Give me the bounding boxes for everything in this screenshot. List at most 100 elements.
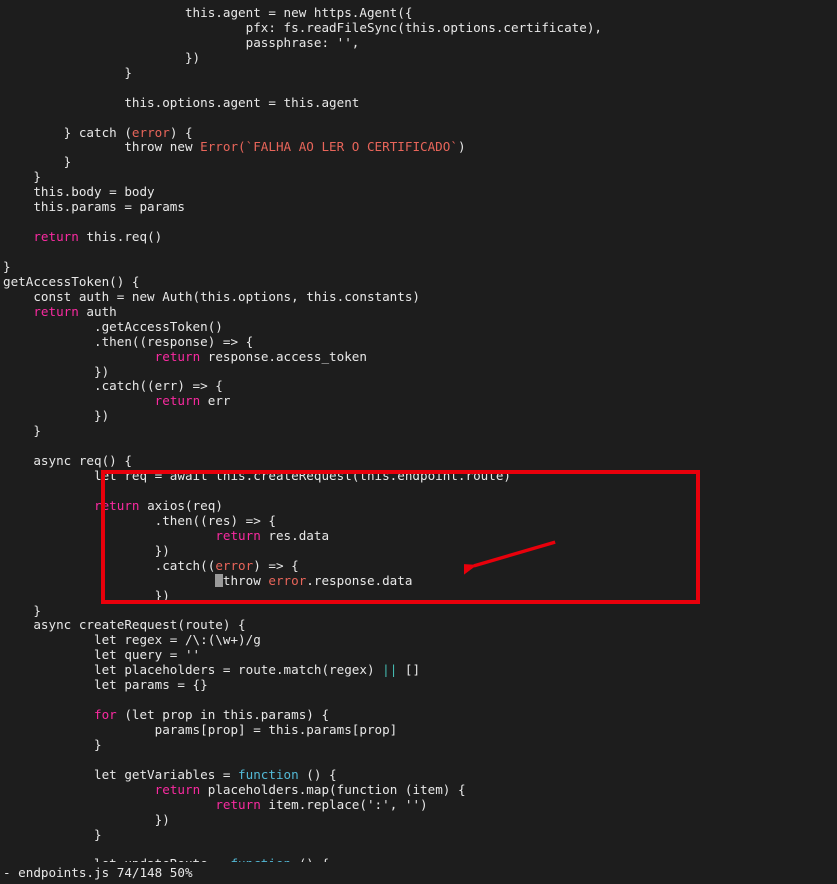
code-line[interactable]: return this.req()	[0, 229, 837, 245]
code-line[interactable]: let getVariables = function () {	[0, 766, 837, 783]
code-line[interactable]: }	[0, 827, 837, 843]
code-line[interactable]: .then((res) => {	[0, 513, 837, 529]
code-token: }	[3, 736, 102, 752]
code-token: this.body = body	[3, 184, 155, 200]
code-token: pfx: fs.readFileSync(this.options.certif…	[3, 19, 602, 35]
code-line[interactable]: })	[0, 49, 837, 66]
code-token: })	[3, 811, 170, 827]
code-line[interactable]	[0, 81, 837, 96]
code-line[interactable]: .then((response) => {	[0, 333, 837, 350]
code-line[interactable]: })	[0, 811, 837, 828]
code-line[interactable]: pfx: fs.readFileSync(this.options.certif…	[0, 19, 837, 36]
code-line[interactable]: })	[0, 543, 837, 559]
code-line[interactable]: return res.data	[0, 527, 837, 544]
code-line[interactable]: .catch((err) => {	[0, 378, 837, 394]
code-line[interactable]: let req = await this.createRequest(this.…	[0, 468, 837, 484]
code-line[interactable]	[0, 439, 837, 454]
code-token: const auth = new Auth(this.options, this…	[3, 288, 421, 304]
code-token: passphrase: '',	[3, 34, 360, 50]
code-line[interactable]: })	[0, 363, 837, 380]
code-token: err	[200, 393, 231, 409]
code-token: })	[3, 408, 110, 424]
code-line[interactable]: throw error.response.data	[0, 573, 837, 589]
code-line[interactable]	[0, 753, 837, 768]
code-token: return	[94, 497, 140, 513]
code-line[interactable]: }	[0, 603, 837, 619]
code-line[interactable]: return err	[0, 393, 837, 409]
code-token: })	[3, 49, 201, 65]
text-cursor	[215, 573, 223, 587]
code-line[interactable]: async createRequest(route) {	[0, 617, 837, 633]
code-line[interactable]: throw new Error(`FALHA AO LER O CERTIFIC…	[0, 139, 837, 155]
code-line[interactable]: }	[0, 259, 837, 275]
code-token: async createRequest(route) {	[3, 617, 246, 633]
code-line[interactable]	[0, 843, 837, 858]
code-token: .getAccessToken()	[3, 318, 223, 334]
code-token: .catch((	[3, 557, 216, 573]
code-line[interactable]: this.agent = new https.Agent({	[0, 5, 837, 21]
code-line[interactable]: return auth	[0, 304, 837, 320]
code-line[interactable]: }	[0, 154, 837, 170]
code-line[interactable]: return item.replace(':', '')	[0, 797, 837, 813]
code-token: this.agent = new https.Agent({	[3, 5, 413, 20]
code-line[interactable]: for (let prop in this.params) {	[0, 707, 837, 723]
code-line[interactable]: .getAccessToken()	[0, 318, 837, 335]
code-token: throw new	[3, 139, 201, 155]
code-line[interactable]: this.body = body	[0, 184, 837, 200]
code-token: this.req()	[78, 229, 163, 245]
code-line[interactable]: async req() {	[0, 453, 837, 469]
code-line[interactable]: })	[0, 408, 837, 424]
code-line[interactable]: this.options.agent = this.agent	[0, 94, 837, 111]
code-line[interactable]: }	[0, 423, 837, 439]
code-token: axios(req)	[139, 497, 223, 513]
code-line[interactable]: }	[0, 169, 837, 185]
code-line[interactable]: getAccessToken() {	[0, 274, 837, 290]
terminal-window[interactable]: this.agent = new https.Agent({ pfx: fs.r…	[0, 0, 837, 884]
code-line[interactable]: passphrase: '',	[0, 34, 837, 51]
code-line[interactable]	[0, 693, 837, 708]
code-line[interactable]: }	[0, 736, 837, 753]
code-token: })	[3, 363, 110, 379]
code-line[interactable]	[0, 245, 837, 260]
code-token: let regex = /\:(\w+)/g	[3, 632, 261, 648]
code-line[interactable]: let placeholders = route.match(regex) ||…	[0, 662, 837, 678]
code-line[interactable]: return response.access_token	[0, 349, 837, 365]
code-line[interactable]: }	[0, 64, 837, 81]
code-token: ) {	[169, 124, 193, 140]
code-line[interactable]: let params = {}	[0, 677, 837, 693]
code-token: .then((response) => {	[3, 333, 254, 349]
code-line[interactable]: } catch (error) {	[0, 124, 837, 141]
code-line[interactable]	[0, 484, 837, 499]
code-line[interactable]	[0, 215, 837, 230]
code-token: let getVariables =	[3, 766, 239, 782]
code-editor-viewport[interactable]: this.agent = new https.Agent({ pfx: fs.r…	[0, 0, 837, 872]
code-token: ||	[382, 662, 398, 678]
code-token: }	[3, 64, 132, 80]
code-line[interactable]: return axios(req)	[0, 497, 837, 514]
code-token: this.options.agent = this.agent	[3, 94, 360, 110]
code-token: for	[94, 707, 117, 723]
code-line[interactable]: })	[0, 588, 837, 604]
code-line[interactable]: params[prop] = this.params[prop]	[0, 722, 837, 738]
code-token: }	[3, 169, 41, 185]
code-line[interactable]	[0, 111, 837, 126]
code-line[interactable]: let regex = /\:(\w+)/g	[0, 632, 837, 648]
status-bar: - endpoints.js 74/148 50%	[0, 862, 837, 884]
code-token: return	[33, 229, 79, 245]
code-token: return	[154, 781, 201, 797]
code-line[interactable]: .catch((error) => {	[0, 557, 837, 574]
code-line[interactable]: return placeholders.map(function (item) …	[0, 781, 837, 798]
code-line[interactable]: let query = ''	[0, 647, 837, 663]
code-line[interactable]: this.params = params	[0, 199, 837, 215]
code-token: res.data	[260, 527, 330, 543]
code-token: Error(`FALHA AO LER O CERTIFICADO`	[200, 139, 458, 155]
code-line[interactable]: const auth = new Auth(this.options, this…	[0, 288, 837, 305]
